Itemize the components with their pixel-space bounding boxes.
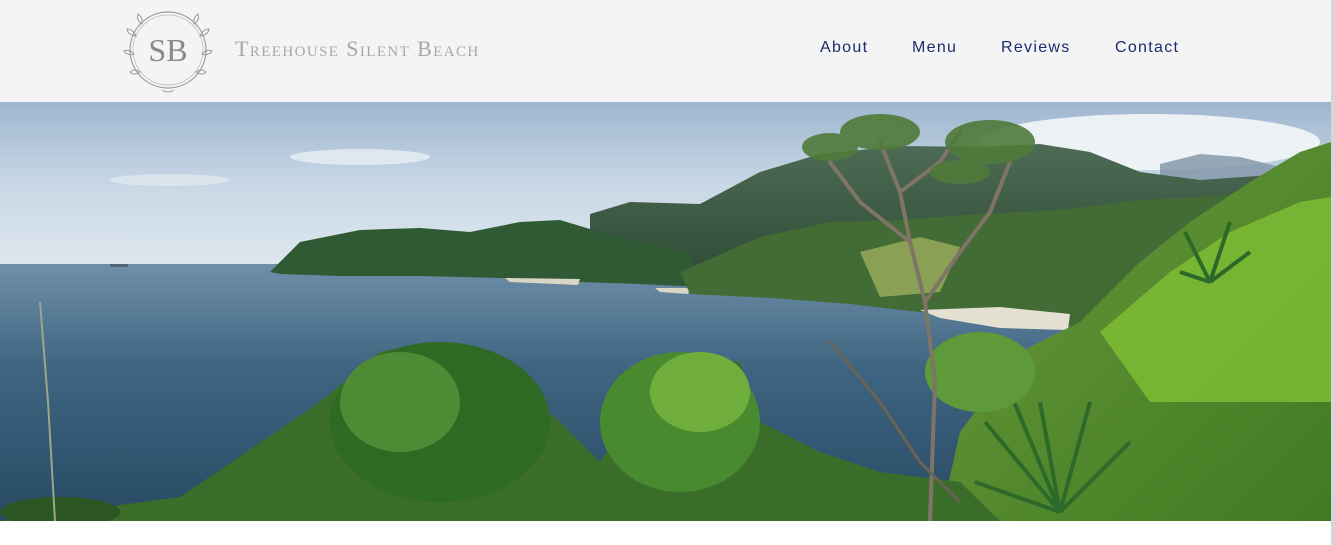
- nav-reviews[interactable]: Reviews: [1001, 39, 1071, 57]
- logo-monogram: SB: [148, 32, 187, 68]
- brand-name[interactable]: Treehouse Silent Beach: [235, 36, 480, 62]
- site-header: SB Treehouse Silent Beach About Menu Rev…: [0, 0, 1335, 102]
- page-scrollbar[interactable]: [1331, 0, 1335, 545]
- nav-contact[interactable]: Contact: [1115, 39, 1179, 57]
- wreath-logo-icon[interactable]: SB: [122, 4, 214, 96]
- nav-about[interactable]: About: [820, 39, 868, 57]
- nav-menu[interactable]: Menu: [912, 39, 957, 57]
- hero-bay-panorama-image: [0, 102, 1331, 521]
